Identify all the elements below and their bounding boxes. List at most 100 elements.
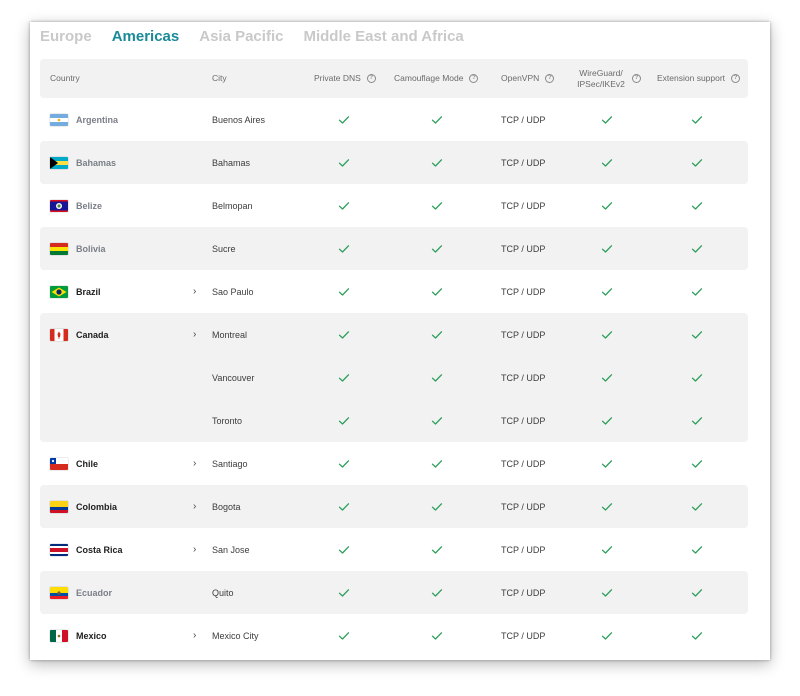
extension-check-icon (691, 399, 703, 442)
flag-brazil-icon (50, 285, 68, 298)
city-cell: Bogota (212, 501, 241, 512)
header-openvpn: OpenVPN? (501, 59, 555, 98)
chevron-right-icon[interactable]: › (193, 485, 196, 528)
flag-argentina-icon (50, 113, 68, 126)
city-cell: Quito (212, 587, 234, 598)
private-dns-check-icon (338, 485, 350, 528)
wireguard-check-icon (601, 528, 613, 571)
wireguard-check-icon (601, 571, 613, 614)
extension-check-icon (691, 485, 703, 528)
table-row[interactable]: Colombia › Bogota TCP / UDP (40, 485, 748, 528)
help-icon[interactable]: ? (731, 74, 741, 83)
openvpn-cell: TCP / UDP (501, 630, 546, 641)
chevron-right-icon[interactable]: › (193, 528, 196, 571)
country-cell: Canada (50, 313, 109, 356)
camouflage-check-icon (431, 141, 443, 184)
tab-middle-east-africa[interactable]: Middle East and Africa (303, 28, 463, 45)
country-name: Belize (76, 200, 103, 211)
table-row: Bahamas Bahamas TCP / UDP (40, 141, 748, 184)
camouflage-check-icon (431, 571, 443, 614)
private-dns-check-icon (338, 184, 350, 227)
openvpn-cell: TCP / UDP (501, 157, 546, 168)
server-locations-card: Europe Americas Asia Pacific Middle East an… (30, 22, 770, 660)
camouflage-check-icon (431, 399, 443, 442)
openvpn-cell: TCP / UDP (501, 200, 546, 211)
openvpn-cell: TCP / UDP (501, 587, 546, 598)
header-city: City (212, 73, 227, 83)
help-icon[interactable]: ? (545, 74, 555, 83)
country-cell: Mexico (50, 614, 107, 657)
chevron-right-icon[interactable]: › (193, 614, 196, 657)
country-cell: Bahamas (50, 141, 116, 184)
extension-check-icon (691, 614, 703, 657)
flag-bolivia-icon (50, 242, 68, 255)
tab-europe[interactable]: Europe (40, 28, 92, 45)
flag-canada-icon (50, 328, 68, 341)
extension-check-icon (691, 313, 703, 356)
table-row[interactable]: Brazil › Sao Paulo TCP / UDP (40, 270, 748, 313)
camouflage-check-icon (431, 528, 443, 571)
chevron-right-icon[interactable]: › (193, 442, 196, 485)
camouflage-check-icon (431, 270, 443, 313)
help-icon[interactable]: ? (366, 74, 376, 83)
wireguard-check-icon (601, 614, 613, 657)
table-row: Bolivia Sucre TCP / UDP (40, 227, 748, 270)
camouflage-check-icon (431, 442, 443, 485)
flag-belize-icon (50, 199, 68, 212)
country-cell: Bolivia (50, 227, 106, 270)
extension-check-icon (691, 270, 703, 313)
header-extension-label: Extension support (657, 73, 726, 83)
table-row: Toronto TCP / UDP (40, 399, 748, 442)
table-row[interactable]: Chile › Santiago TCP / UDP (40, 442, 748, 485)
openvpn-cell: TCP / UDP (501, 286, 546, 297)
wireguard-check-icon (601, 399, 613, 442)
flag-bahamas-icon (50, 156, 68, 169)
camouflage-check-icon (431, 227, 443, 270)
tab-americas[interactable]: Americas (112, 28, 180, 45)
city-cell: Sao Paulo (212, 286, 254, 297)
wireguard-check-icon (601, 313, 613, 356)
openvpn-cell: TCP / UDP (501, 501, 546, 512)
table-row: Vancouver TCP / UDP (40, 356, 748, 399)
table-row: Belize Belmopan TCP / UDP (40, 184, 748, 227)
chevron-right-icon[interactable]: › (193, 270, 196, 313)
openvpn-cell: TCP / UDP (501, 544, 546, 555)
country-name: Argentina (76, 114, 119, 125)
tab-asia-pacific[interactable]: Asia Pacific (199, 28, 283, 45)
private-dns-check-icon (338, 270, 350, 313)
extension-check-icon (691, 442, 703, 485)
region-tabs: Europe Americas Asia Pacific Middle East an… (40, 28, 484, 52)
country-name: Costa Rica (76, 544, 123, 555)
country-cell: Ecuador (50, 571, 112, 614)
private-dns-check-icon (338, 528, 350, 571)
table-row[interactable]: Canada › Montreal TCP / UDP (40, 313, 748, 356)
flag-ecuador-icon (50, 586, 68, 599)
city-cell: Sucre (212, 243, 236, 254)
private-dns-check-icon (338, 356, 350, 399)
extension-check-icon (691, 98, 703, 141)
header-private-dns: Private DNS? (314, 59, 376, 98)
wireguard-check-icon (601, 485, 613, 528)
table-row[interactable]: Mexico › Mexico City TCP / UDP (40, 614, 748, 657)
city-cell: Buenos Aires (212, 114, 266, 125)
extension-check-icon (691, 356, 703, 399)
private-dns-check-icon (338, 227, 350, 270)
camouflage-check-icon (431, 485, 443, 528)
country-name: Bahamas (76, 157, 117, 168)
country-name: Chile (76, 458, 99, 469)
openvpn-cell: TCP / UDP (501, 415, 546, 426)
help-icon[interactable]: ? (469, 74, 479, 83)
country-name: Mexico (76, 630, 107, 641)
openvpn-cell: TCP / UDP (501, 458, 546, 469)
flag-colombia-icon (50, 500, 68, 513)
chevron-right-icon[interactable]: › (193, 313, 196, 356)
help-icon[interactable]: ? (632, 74, 641, 83)
city-cell: Mexico City (212, 630, 259, 641)
city-cell: Toronto (212, 415, 243, 426)
camouflage-check-icon (431, 356, 443, 399)
wireguard-check-icon (601, 227, 613, 270)
table-row[interactable]: Costa Rica › San Jose TCP / UDP (40, 528, 748, 571)
flag-costa-rica-icon (50, 543, 68, 556)
table-row: Argentina Buenos Aires TCP / UDP (40, 98, 748, 141)
country-cell: Brazil (50, 270, 101, 313)
